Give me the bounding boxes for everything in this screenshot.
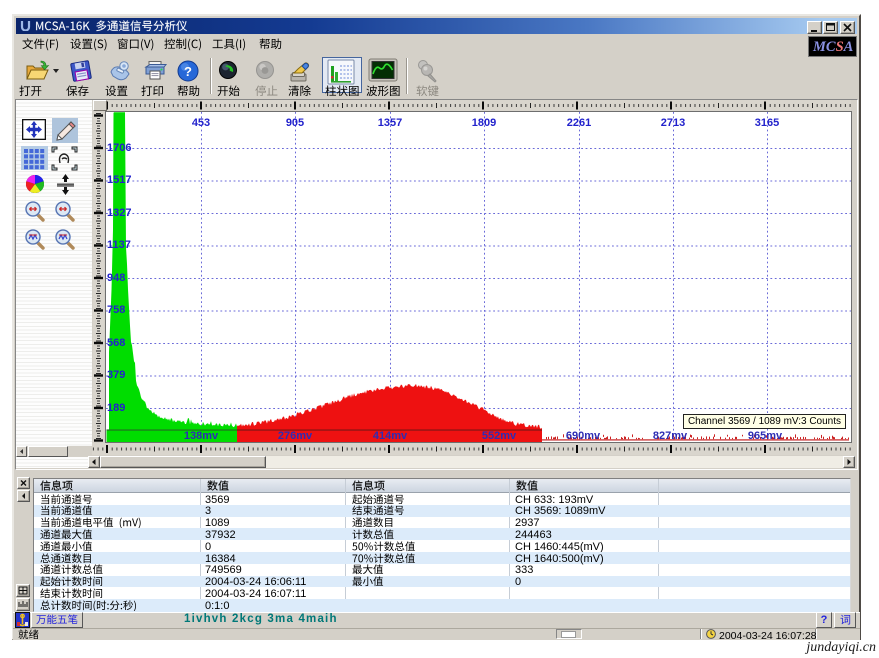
svg-text:?: ?	[184, 64, 192, 79]
